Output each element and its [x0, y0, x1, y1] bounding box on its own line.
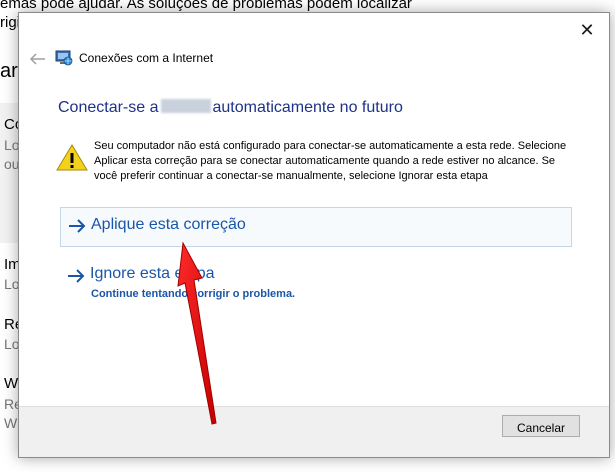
- window-title: Conexões com a Internet: [79, 51, 214, 65]
- close-button[interactable]: ✕: [575, 19, 599, 41]
- page-title-end: automaticamente no futuro: [212, 99, 403, 116]
- right-arrow-icon: [69, 219, 86, 233]
- right-arrow-icon: [68, 269, 85, 283]
- redacted-network-name: [160, 99, 211, 113]
- dialog-footer: Cancelar: [19, 406, 609, 457]
- skip-fix-label: Ignore esta etapa: [90, 265, 215, 282]
- background-item-title[interactable]: W: [4, 375, 18, 392]
- back-arrow-icon: [29, 53, 45, 65]
- warning-triangle-icon: [56, 144, 88, 171]
- troubleshooter-dialog: ✕ Conexões com a Internet Conectar-se a a…: [18, 12, 610, 458]
- background-heading: ar: [0, 60, 18, 82]
- apply-fix-option[interactable]: Aplique esta correção: [60, 207, 572, 247]
- skip-fix-option[interactable]: Ignore esta etapa Continue tentando corr…: [60, 263, 570, 307]
- background-item-sub: W: [4, 415, 18, 431]
- back-button[interactable]: [27, 49, 49, 69]
- network-troubleshooter-icon: [55, 50, 73, 66]
- background-text-line-2: rigi: [0, 14, 21, 31]
- skip-fix-description: Continue tentando corrigir o problema.: [91, 288, 296, 300]
- close-icon: ✕: [579, 20, 595, 40]
- warning-message: Seu computador não está configurado para…: [94, 140, 567, 182]
- page-title: Conectar-se a automaticamente no futuro: [58, 99, 403, 117]
- apply-fix-label: Aplique esta correção: [91, 216, 246, 233]
- cancel-button[interactable]: Cancelar: [502, 415, 580, 437]
- page-title-start: Conectar-se a: [58, 99, 159, 116]
